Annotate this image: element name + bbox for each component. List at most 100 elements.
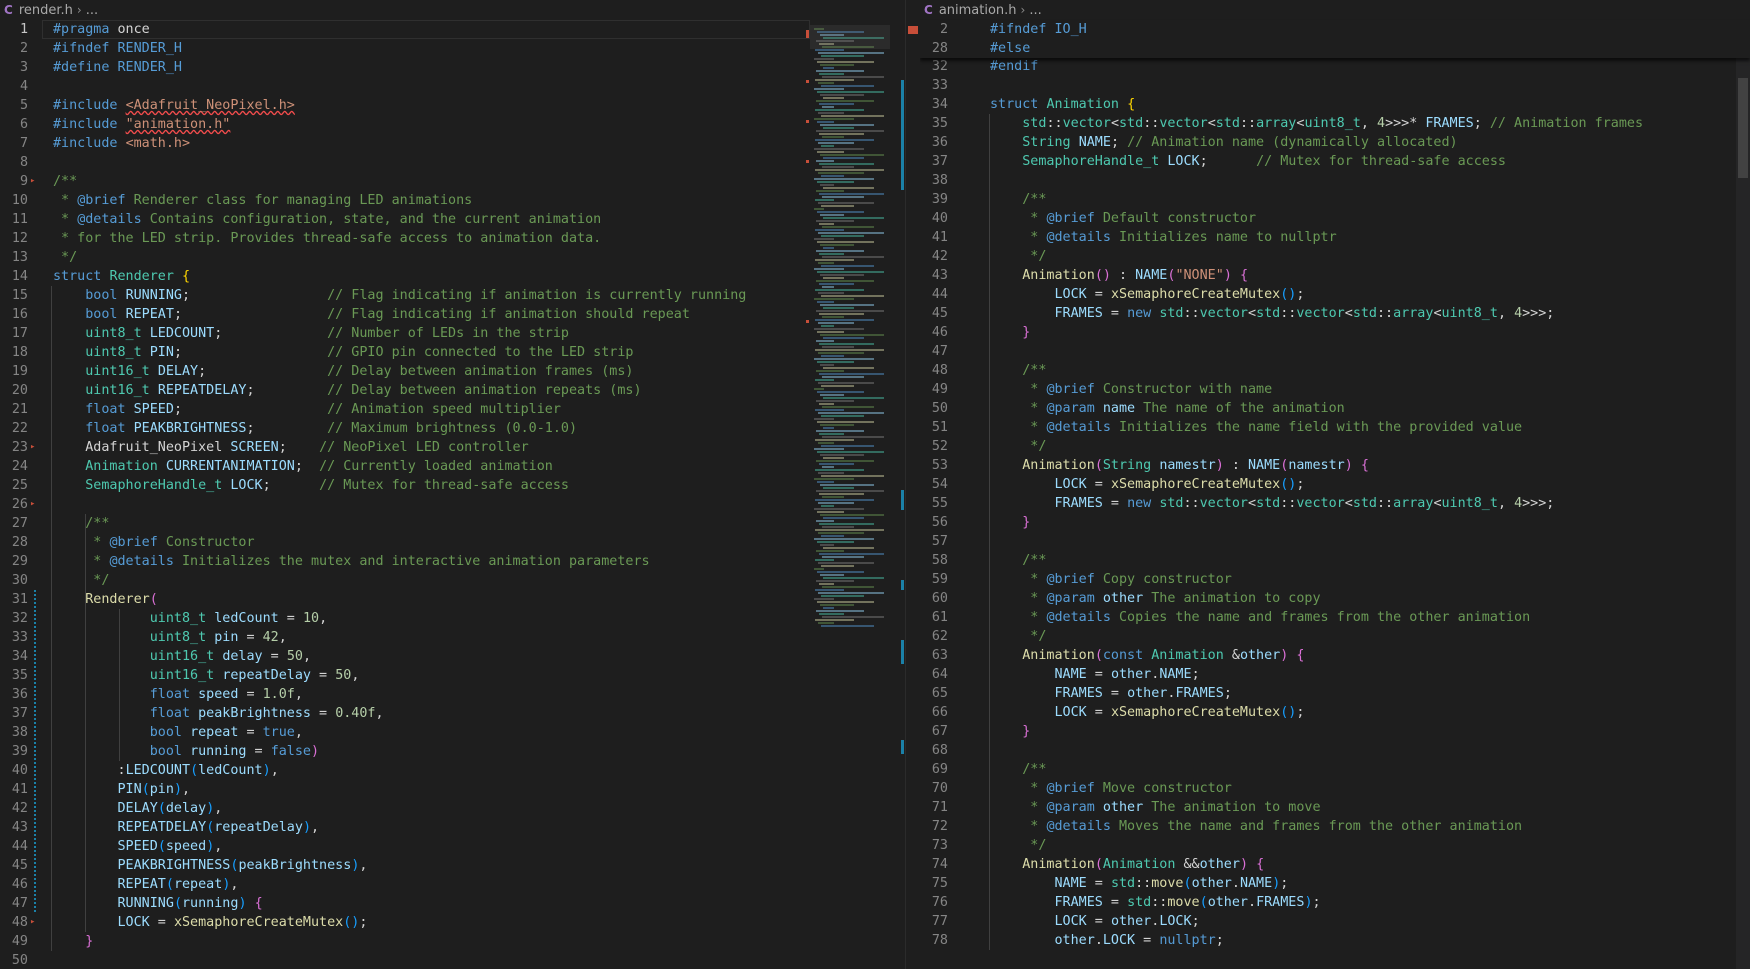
scrollbar-thumb[interactable]	[1738, 78, 1748, 178]
code-editor[interactable]: 31#define debug(...)32#endif3334struct A…	[920, 20, 1750, 969]
code-line[interactable]: 41 * @details Initializes name to nullpt…	[920, 228, 1750, 247]
code-line[interactable]: 71 * @param other The animation to move	[920, 798, 1750, 817]
sticky-scroll-header[interactable]: 2 #ifndef IO_H 28 #else	[920, 20, 1750, 58]
code-line[interactable]: 59 * @brief Copy constructor	[920, 570, 1750, 589]
code-line[interactable]: 70 * @brief Move constructor	[920, 779, 1750, 798]
code-line[interactable]: 35 std::vector<std::vector<std::array<ui…	[920, 114, 1750, 133]
code-line[interactable]: 19 uint16_t DELAY; // Delay between anim…	[0, 362, 905, 381]
code-line[interactable]: 46 REPEAT(repeat),	[0, 875, 905, 894]
breadcrumb[interactable]: C animation.h › ...	[920, 0, 1750, 20]
code-line[interactable]: 43 Animation() : NAME("NONE") {	[920, 266, 1750, 285]
code-line[interactable]: 77 LOCK = other.LOCK;	[920, 912, 1750, 931]
code-line[interactable]: 57	[920, 532, 1750, 551]
code-line[interactable]: 58 /**	[920, 551, 1750, 570]
code-line[interactable]: 38 bool repeat = true,	[0, 723, 905, 742]
deleted-lines-marker-icon[interactable]: ▸	[30, 176, 35, 186]
code-line[interactable]: 37 SemaphoreHandle_t LOCK; // Mutex for …	[920, 152, 1750, 171]
code-line[interactable]: 34 struct Animation {	[920, 95, 1750, 114]
code-line[interactable]: 33	[920, 76, 1750, 95]
code-line[interactable]: 10 * @brief Renderer class for managing …	[0, 191, 905, 210]
breadcrumb-more[interactable]: ...	[1029, 3, 1041, 18]
code-line[interactable]: 36 float speed = 1.0f,	[0, 685, 905, 704]
code-line[interactable]: 40 :LEDCOUNT(ledCount),	[0, 761, 905, 780]
code-line[interactable]: 7 #include <math.h>	[0, 134, 905, 153]
code-line[interactable]: 48 /**	[920, 361, 1750, 380]
code-line[interactable]: 1 #pragma once	[0, 20, 905, 39]
code-line[interactable]: 48 LOCK = xSemaphoreCreateMutex();	[0, 913, 905, 932]
code-line[interactable]: 41 PIN(pin),	[0, 780, 905, 799]
code-line[interactable]: 42 DELAY(delay),	[0, 799, 905, 818]
code-line[interactable]: 33 uint8_t pin = 42,	[0, 628, 905, 647]
code-line[interactable]: 50 * @param name The name of the animati…	[920, 399, 1750, 418]
breadcrumb-more[interactable]: ...	[86, 3, 98, 18]
code-line[interactable]: 54 LOCK = xSemaphoreCreateMutex();	[920, 475, 1750, 494]
code-line[interactable]: 44 SPEED(speed),	[0, 837, 905, 856]
breadcrumb-file[interactable]: render.h	[19, 3, 73, 18]
code-line[interactable]: 46 }	[920, 323, 1750, 342]
code-line[interactable]: 9 /**	[0, 172, 905, 191]
code-line[interactable]: 64 NAME = other.NAME;	[920, 665, 1750, 684]
code-line[interactable]: 32 uint8_t ledCount = 10,	[0, 609, 905, 628]
code-line[interactable]: 25 SemaphoreHandle_t LOCK; // Mutex for …	[0, 476, 905, 495]
code-line[interactable]: 23 Adafruit_NeoPixel SCREEN; // NeoPixel…	[0, 438, 905, 457]
code-line[interactable]: 39 /**	[920, 190, 1750, 209]
code-line[interactable]: 3 #define RENDER_H	[0, 58, 905, 77]
code-line[interactable]: 20 uint16_t REPEATDELAY; // Delay betwee…	[0, 381, 905, 400]
code-line[interactable]: 15 bool RUNNING; // Flag indicating if a…	[0, 286, 905, 305]
code-line[interactable]: 67 }	[920, 722, 1750, 741]
code-line[interactable]: 31 Renderer(	[0, 590, 905, 609]
code-line[interactable]: 51 * @details Initializes the name field…	[920, 418, 1750, 437]
code-line[interactable]: 42 */	[920, 247, 1750, 266]
code-line[interactable]: 52 */	[920, 437, 1750, 456]
modified-lines-gutter-marker[interactable]	[34, 590, 36, 913]
code-line[interactable]: 62 */	[920, 627, 1750, 646]
code-line[interactable]: 4	[0, 77, 905, 96]
code-line[interactable]: 13 */	[0, 248, 905, 267]
code-line[interactable]: 32 #endif	[920, 57, 1750, 76]
scrollbar-thumb[interactable]	[908, 26, 918, 34]
deleted-lines-marker-icon[interactable]: ▸	[30, 917, 35, 927]
code-line[interactable]: 28 #else	[920, 39, 1750, 58]
code-line[interactable]: 50	[0, 951, 905, 969]
code-line[interactable]: 28 * @brief Constructor	[0, 533, 905, 552]
deleted-lines-marker-icon[interactable]: ▸	[30, 499, 35, 509]
minimap[interactable]	[806, 20, 905, 969]
code-line[interactable]: 38	[920, 171, 1750, 190]
code-line[interactable]: 72 * @details Moves the name and frames …	[920, 817, 1750, 836]
code-line[interactable]: 35 uint16_t repeatDelay = 50,	[0, 666, 905, 685]
code-line[interactable]: 45 PEAKBRIGHTNESS(peakBrightness),	[0, 856, 905, 875]
code-line[interactable]: 53 Animation(String namestr) : NAME(name…	[920, 456, 1750, 475]
code-line[interactable]: 21 float SPEED; // Animation speed multi…	[0, 400, 905, 419]
breadcrumb-file[interactable]: animation.h	[939, 3, 1017, 18]
code-line[interactable]: 78 other.LOCK = nullptr;	[920, 931, 1750, 950]
code-line[interactable]: 68	[920, 741, 1750, 760]
code-line[interactable]: 47	[920, 342, 1750, 361]
code-line[interactable]: 56 }	[920, 513, 1750, 532]
code-line[interactable]: 8	[0, 153, 905, 172]
code-line[interactable]: 61 * @details Copies the name and frames…	[920, 608, 1750, 627]
code-line[interactable]: 26	[0, 495, 905, 514]
code-line[interactable]: 36 String NAME; // Animation name (dynam…	[920, 133, 1750, 152]
pane-divider[interactable]	[905, 0, 921, 969]
code-line[interactable]: 44 LOCK = xSemaphoreCreateMutex();	[920, 285, 1750, 304]
code-line[interactable]: 49 }	[0, 932, 905, 951]
code-line[interactable]: 18 uint8_t PIN; // GPIO pin connected to…	[0, 343, 905, 362]
code-line[interactable]: 29 * @details Initializes the mutex and …	[0, 552, 905, 571]
code-line[interactable]: 11 * @details Contains configuration, st…	[0, 210, 905, 229]
code-line[interactable]: 27 /**	[0, 514, 905, 533]
code-line[interactable]: 43 REPEATDELAY(repeatDelay),	[0, 818, 905, 837]
code-line[interactable]: 24 Animation CURRENTANIMATION; // Curren…	[0, 457, 905, 476]
code-line[interactable]: 49 * @brief Constructor with name	[920, 380, 1750, 399]
vertical-scrollbar[interactable]	[1736, 20, 1750, 969]
code-line[interactable]: 55 FRAMES = new std::vector<std::vector<…	[920, 494, 1750, 513]
code-line[interactable]: 2 #ifndef IO_H	[920, 20, 1750, 39]
code-editor[interactable]: 1 #pragma once 2 #ifndef RENDER_H 3 #define R…	[0, 20, 905, 969]
code-line[interactable]: 16 bool REPEAT; // Flag indicating if an…	[0, 305, 905, 324]
code-line[interactable]: 40 * @brief Default constructor	[920, 209, 1750, 228]
code-line[interactable]: 30 */	[0, 571, 905, 590]
code-line[interactable]: 14 struct Renderer {	[0, 267, 905, 286]
editor-pane-animation-h[interactable]: C animation.h › ... 31#define debug(...)…	[920, 0, 1750, 969]
code-line[interactable]: 47 RUNNING(running) {	[0, 894, 905, 913]
code-line[interactable]: 75 NAME = std::move(other.NAME);	[920, 874, 1750, 893]
code-line[interactable]: 17 uint8_t LEDCOUNT; // Number of LEDs i…	[0, 324, 905, 343]
